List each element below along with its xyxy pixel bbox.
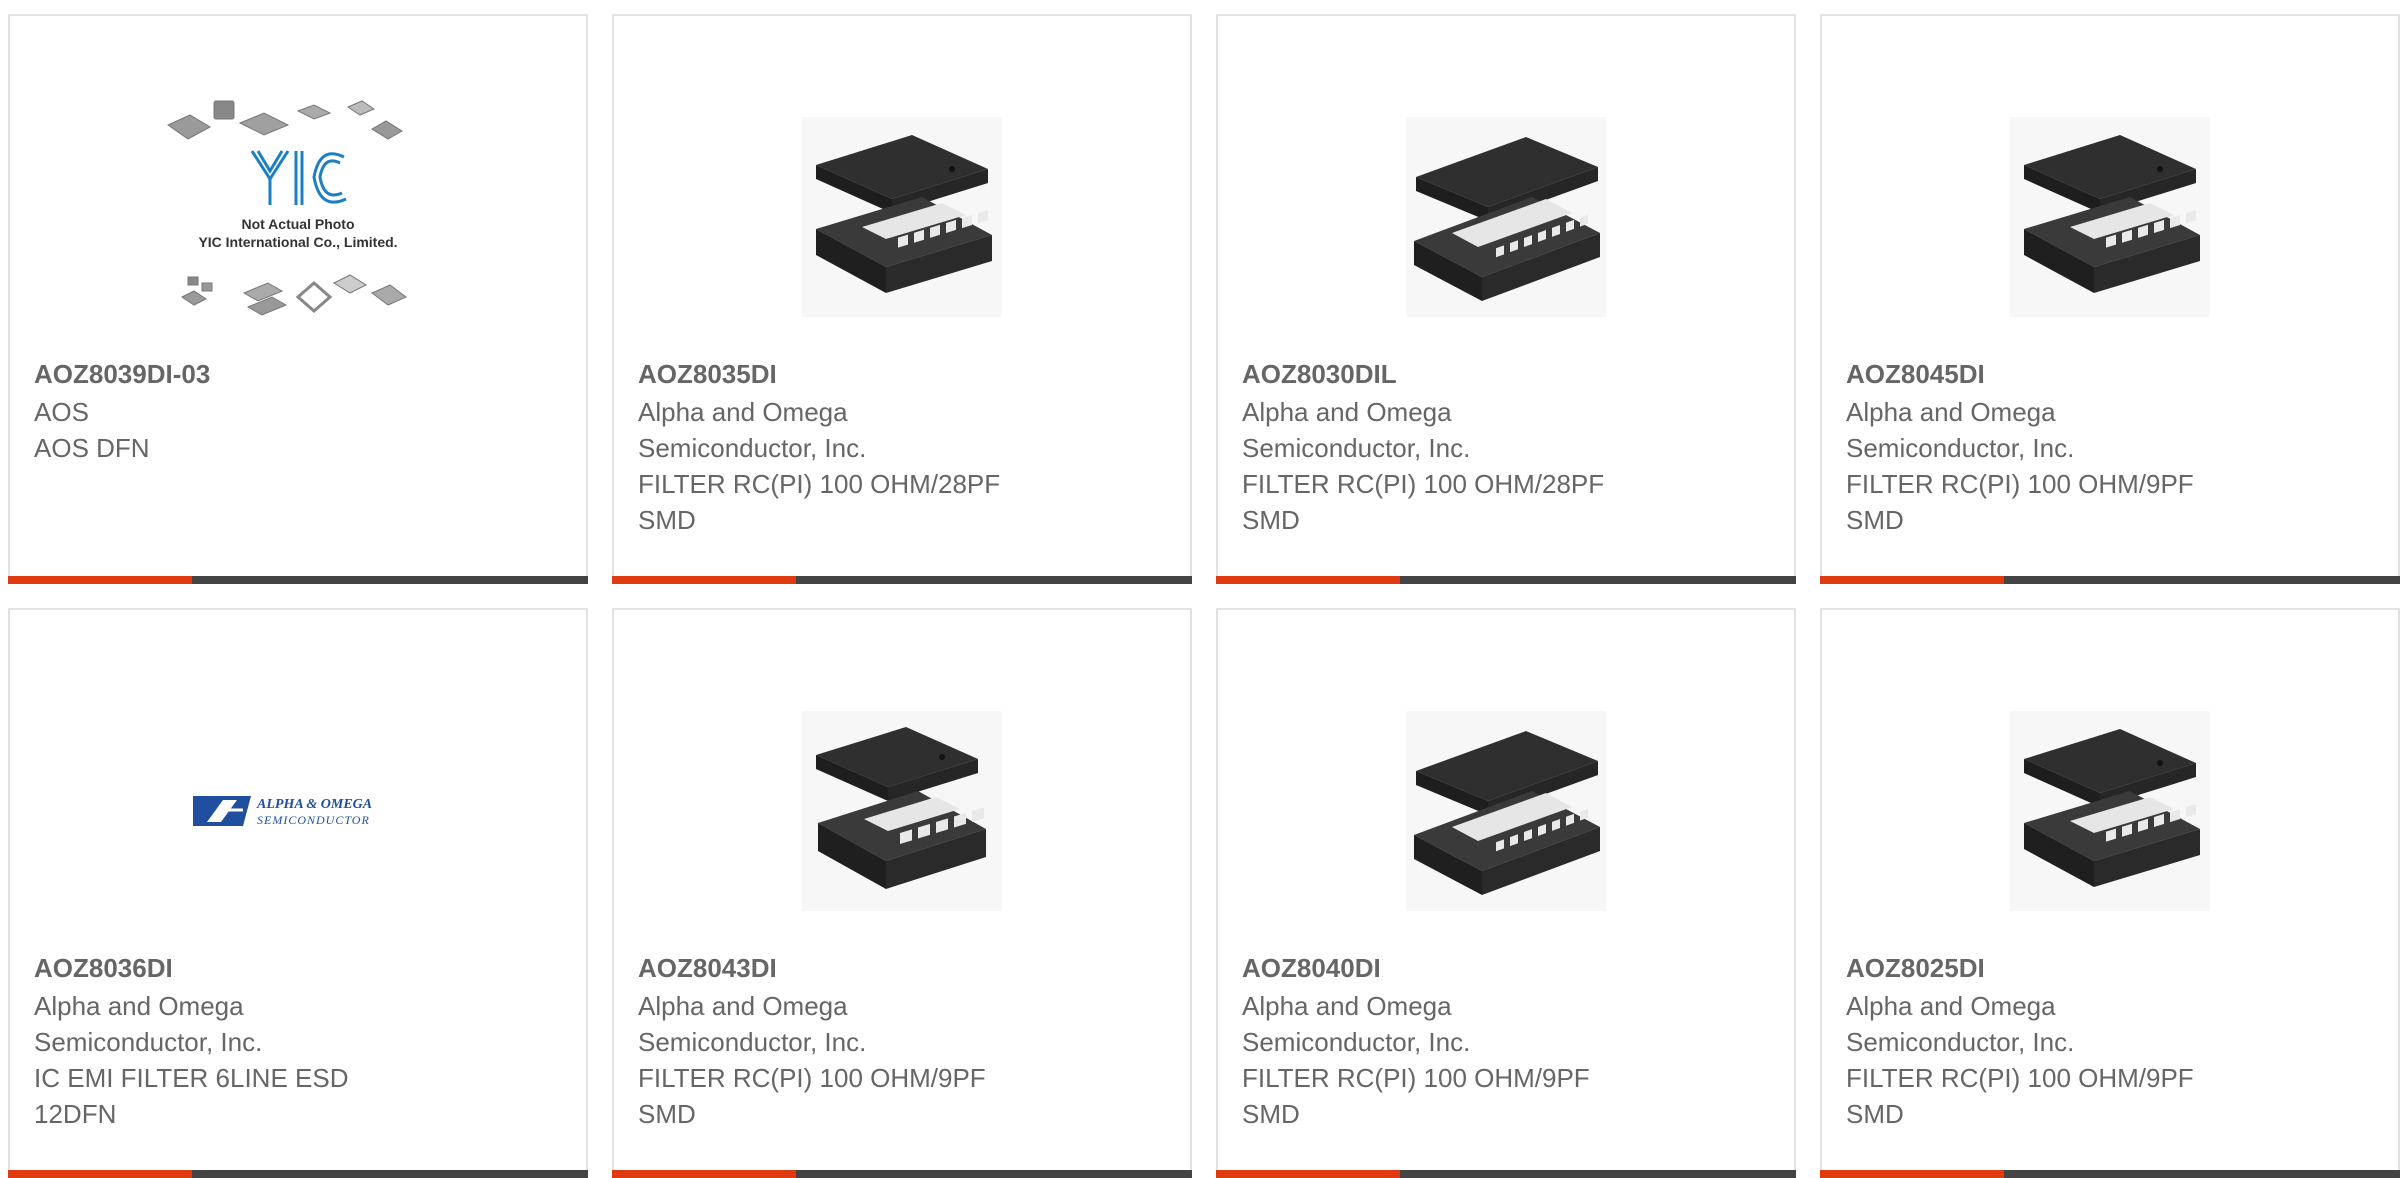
logo-text-1: ALPHA & OMEGA [256, 797, 372, 812]
part-number[interactable]: AOZ8025DI [1846, 950, 2378, 986]
product-grid: Not Actual Photo YIC International Co., … [8, 14, 2400, 1178]
chip-12-image [802, 711, 1002, 911]
part-number[interactable]: AOZ8035DI [638, 356, 1170, 392]
yic-logo [250, 150, 347, 205]
chip-18-image [1406, 711, 1606, 911]
manufacturer-line-2: Semiconductor, Inc. [1846, 1027, 2075, 1057]
manufacturer-line-1: Alpha and Omega [34, 991, 244, 1021]
manufacturer-line-1: Alpha and Omega [1846, 397, 2056, 427]
package: SMD [1846, 1099, 1904, 1129]
manufacturer-line-2: Semiconductor, Inc. [1846, 433, 2075, 463]
part-number[interactable]: AOZ8043DI [638, 950, 1170, 986]
package: 12DFN [34, 1099, 117, 1129]
aos-logo-image: ALPHA & OMEGA SEMICONDUCTOR [193, 796, 372, 827]
card-footer-bar [1820, 576, 2400, 584]
card-footer-bar [1820, 1170, 2400, 1178]
card-footer-bar [1216, 576, 1796, 584]
chip-14-image [2010, 711, 2210, 911]
part-number[interactable]: AOZ8036DI [34, 950, 566, 986]
product-image[interactable] [614, 666, 1190, 956]
chip-14-image [802, 117, 1002, 317]
product-info: AOZ8035DI Alpha and Omega Semiconductor,… [638, 356, 1170, 538]
product-info: AOZ8030DIL Alpha and Omega Semiconductor… [1242, 356, 1774, 538]
package: SMD [1242, 505, 1300, 535]
product-image[interactable]: Not Actual Photo YIC International Co., … [10, 72, 586, 362]
description: FILTER RC(PI) 100 OHM/9PF [638, 1063, 986, 1093]
product-image[interactable] [614, 72, 1190, 362]
description: FILTER RC(PI) 100 OHM/9PF [1846, 1063, 2194, 1093]
product-info: AOZ8045DI Alpha and Omega Semiconductor,… [1846, 356, 2378, 538]
description: IC EMI FILTER 6LINE ESD [34, 1063, 349, 1093]
package: SMD [1846, 505, 1904, 535]
package: AOS DFN [34, 433, 150, 463]
product-card[interactable]: AOZ8045DI Alpha and Omega Semiconductor,… [1820, 14, 2400, 584]
manufacturer-line-2: Semiconductor, Inc. [638, 433, 867, 463]
product-info: AOZ8036DI Alpha and Omega Semiconductor,… [34, 950, 566, 1132]
description: FILTER RC(PI) 100 OHM/28PF [1242, 469, 1605, 499]
placeholder-caption-2: YIC International Co., Limited. [198, 234, 397, 250]
product-info: AOZ8040DI Alpha and Omega Semiconductor,… [1242, 950, 1774, 1132]
description: FILTER RC(PI) 100 OHM/9PF [1846, 469, 2194, 499]
package: SMD [638, 1099, 696, 1129]
product-info: AOZ8025DI Alpha and Omega Semiconductor,… [1846, 950, 2378, 1132]
part-number[interactable]: AOZ8040DI [1242, 950, 1774, 986]
product-image[interactable] [1218, 72, 1794, 362]
product-card[interactable]: Not Actual Photo YIC International Co., … [8, 14, 588, 584]
manufacturer-line-1: Alpha and Omega [1846, 991, 2056, 1021]
manufacturer: AOS [34, 397, 89, 427]
product-info: AOZ8039DI-03 AOS AOS DFN [34, 356, 566, 466]
placeholder-caption-1: Not Actual Photo [241, 216, 354, 232]
manufacturer-line-1: Alpha and Omega [1242, 991, 1452, 1021]
manufacturer-line-1: Alpha and Omega [638, 397, 848, 427]
card-footer-bar [612, 576, 1192, 584]
product-image[interactable] [1218, 666, 1794, 956]
placeholder-image: Not Actual Photo YIC International Co., … [166, 100, 407, 316]
package: SMD [1242, 1099, 1300, 1129]
package: SMD [638, 505, 696, 535]
card-footer-bar [8, 1170, 588, 1178]
product-image[interactable] [1822, 72, 2398, 362]
manufacturer-line-1: Alpha and Omega [638, 991, 848, 1021]
product-info: AOZ8043DI Alpha and Omega Semiconductor,… [638, 950, 1170, 1132]
card-footer-bar [8, 576, 588, 584]
product-card[interactable]: AOZ8030DIL Alpha and Omega Semiconductor… [1216, 14, 1796, 584]
description: FILTER RC(PI) 100 OHM/28PF [638, 469, 1001, 499]
product-card[interactable]: AOZ8035DI Alpha and Omega Semiconductor,… [612, 14, 1192, 584]
product-image[interactable]: ALPHA & OMEGA SEMICONDUCTOR [10, 666, 586, 956]
manufacturer-line-2: Semiconductor, Inc. [34, 1027, 263, 1057]
product-card[interactable]: ALPHA & OMEGA SEMICONDUCTOR AOZ8036DI Al… [8, 608, 588, 1178]
part-number[interactable]: AOZ8045DI [1846, 356, 2378, 392]
chip-14-image [2010, 117, 2210, 317]
product-card[interactable]: AOZ8025DI Alpha and Omega Semiconductor,… [1820, 608, 2400, 1178]
card-footer-bar [1216, 1170, 1796, 1178]
logo-text-2: SEMICONDUCTOR [257, 813, 370, 827]
manufacturer-line-2: Semiconductor, Inc. [1242, 433, 1471, 463]
manufacturer-line-2: Semiconductor, Inc. [638, 1027, 867, 1057]
part-number[interactable]: AOZ8039DI-03 [34, 356, 566, 392]
manufacturer-line-2: Semiconductor, Inc. [1242, 1027, 1471, 1057]
card-footer-bar [612, 1170, 1192, 1178]
description: FILTER RC(PI) 100 OHM/9PF [1242, 1063, 1590, 1093]
product-card[interactable]: AOZ8043DI Alpha and Omega Semiconductor,… [612, 608, 1192, 1178]
product-card[interactable]: AOZ8040DI Alpha and Omega Semiconductor,… [1216, 608, 1796, 1178]
product-image[interactable] [1822, 666, 2398, 956]
part-number[interactable]: AOZ8030DIL [1242, 356, 1774, 392]
manufacturer-line-1: Alpha and Omega [1242, 397, 1452, 427]
chip-18-image [1406, 117, 1606, 317]
